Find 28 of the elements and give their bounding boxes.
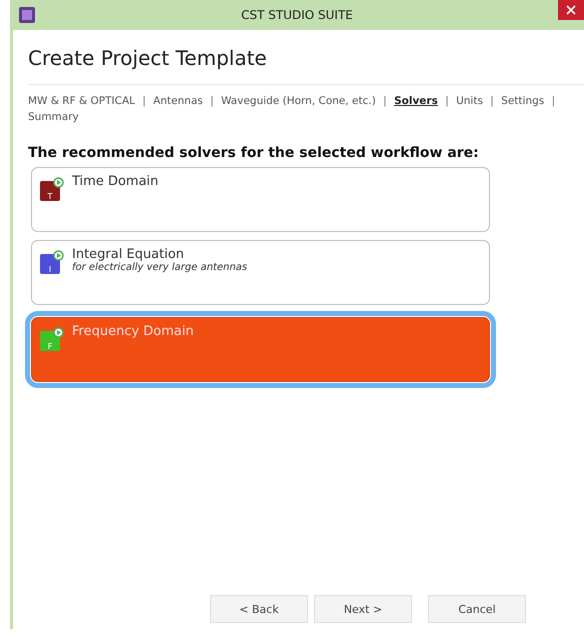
- app-icon: [19, 7, 35, 23]
- page-title: Create Project Template: [28, 46, 267, 70]
- section-heading: The recommended solvers for the selected workflow are:: [28, 145, 479, 161]
- breadcrumb-link[interactable]: Units: [456, 95, 483, 107]
- breadcrumb-separator: |: [445, 95, 449, 107]
- close-icon: [566, 5, 576, 15]
- breadcrumb-separator: |: [383, 95, 387, 107]
- wizard-button[interactable]: < Back: [210, 595, 308, 623]
- breadcrumb-link[interactable]: Waveguide (Horn, Cone, etc.): [221, 95, 376, 107]
- solver-name: Integral Equation: [72, 247, 184, 262]
- solver-option[interactable]: T Time Domain: [31, 167, 490, 232]
- breadcrumb-separator: |: [142, 95, 146, 107]
- solver-name: Time Domain: [72, 174, 158, 189]
- breadcrumb-link[interactable]: MW & RF & OPTICAL: [28, 95, 135, 107]
- solver-option[interactable]: I Integral Equation for electrically very large antennas: [31, 240, 490, 305]
- breadcrumb-separator: |: [490, 95, 494, 107]
- breadcrumb-link[interactable]: Solvers: [394, 95, 438, 107]
- wizard-button[interactable]: Next >: [314, 595, 412, 623]
- window-title: CST STUDIO SUITE: [241, 8, 353, 22]
- close-button[interactable]: [558, 0, 584, 20]
- wizard-button[interactable]: Cancel: [428, 595, 526, 623]
- breadcrumb-separator: |: [210, 95, 214, 107]
- breadcrumb-link[interactable]: Settings: [501, 95, 544, 107]
- solver-name: Frequency Domain: [72, 324, 194, 339]
- breadcrumb-separator: |: [552, 95, 556, 107]
- breadcrumb-link[interactable]: Antennas: [153, 95, 203, 107]
- solver-description: for electrically very large antennas: [72, 262, 248, 273]
- breadcrumb-link[interactable]: Summary: [28, 111, 79, 123]
